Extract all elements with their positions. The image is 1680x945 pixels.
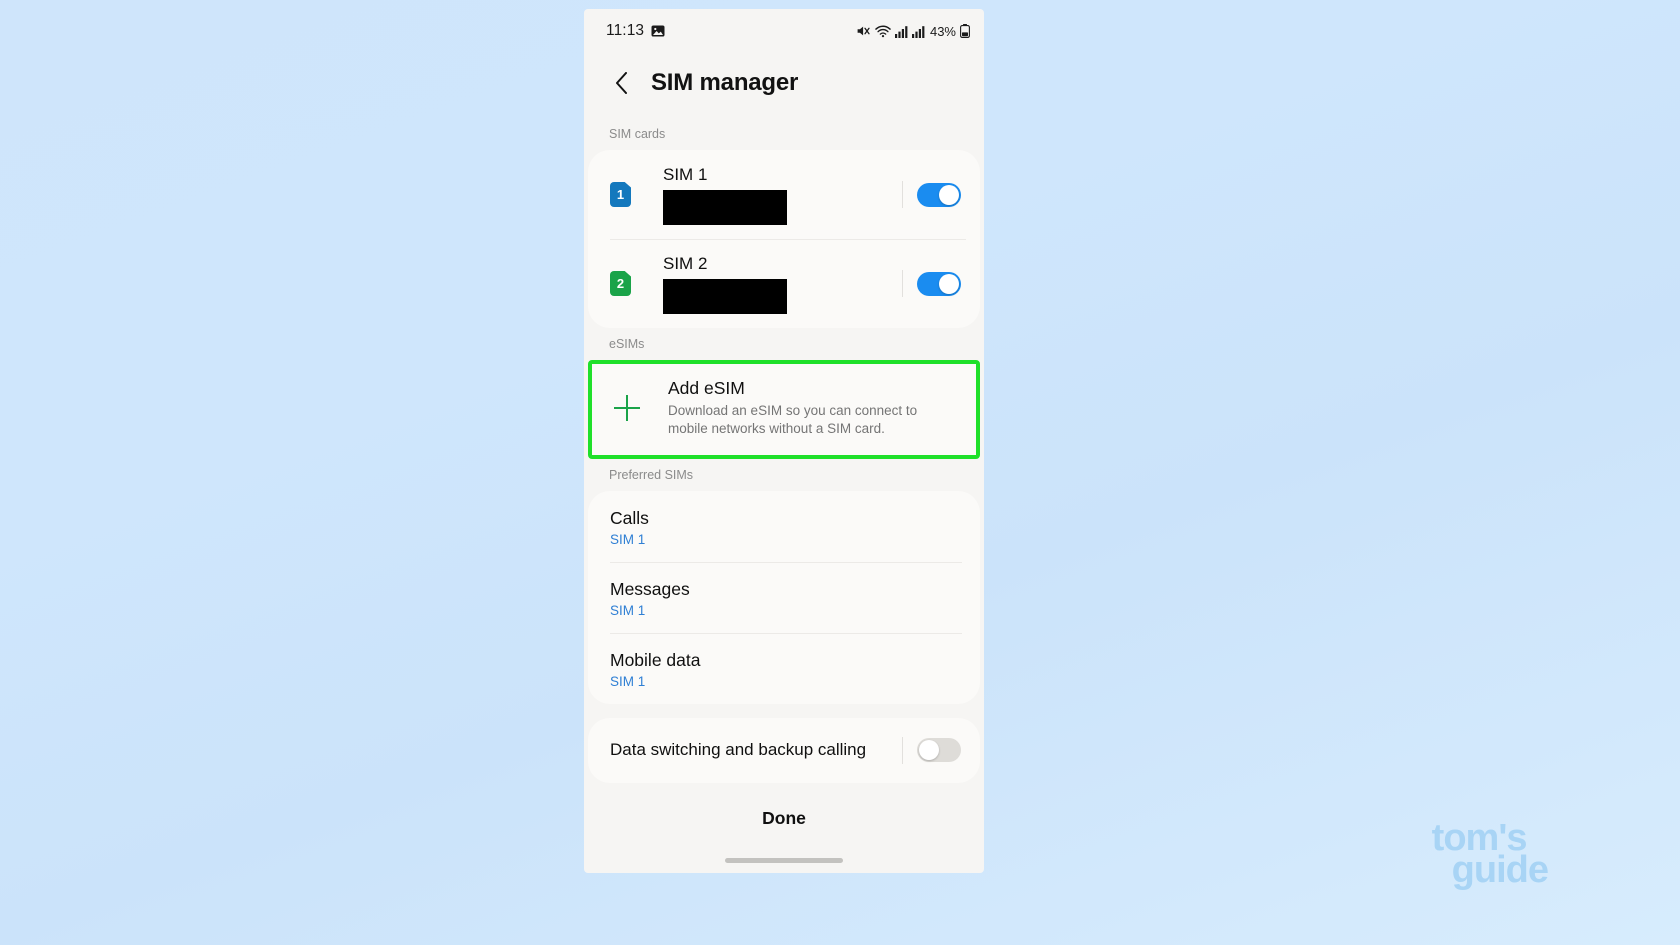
plus-icon (614, 395, 640, 422)
page-title: SIM manager (651, 69, 799, 96)
data-switching-card: Data switching and backup calling (588, 717, 980, 783)
battery-icon (960, 24, 970, 38)
page-header: SIM manager (584, 53, 984, 118)
add-esim-highlight-box: Add eSIM Download an eSIM so you can con… (588, 360, 980, 459)
sim-badge-icon-1: 1 (610, 182, 631, 207)
pref-value-mobile-data: SIM 1 (610, 673, 646, 689)
back-chevron-icon[interactable] (610, 72, 632, 94)
status-bar-clock: 11:13 (606, 22, 645, 39)
preferred-sims-card: Calls SIM 1 Messages SIM 1 Mobile data S… (588, 490, 980, 704)
sim-carrier-redacted-2 (663, 278, 787, 314)
pref-title-mobile-data: Mobile data (610, 649, 701, 670)
wifi-icon (875, 24, 891, 38)
add-esim-description: Download an eSIM so you can connect to m… (668, 403, 918, 437)
divider (902, 270, 903, 297)
signal-bars-icon-secondary (911, 25, 925, 38)
add-esim-row[interactable]: Add eSIM Download an eSIM so you can con… (592, 364, 976, 455)
sim-toggle-1[interactable] (917, 182, 961, 207)
pref-value-messages: SIM 1 (610, 602, 646, 618)
divider (902, 736, 903, 764)
pref-title-messages: Messages (610, 578, 690, 599)
add-esim-text: Add eSIM Download an eSIM so you can con… (640, 378, 930, 439)
section-label-preferred-sims: Preferred SIMs (609, 467, 694, 482)
section-label-esims: eSIMs (609, 337, 645, 351)
status-bar-right: 43% (856, 24, 970, 39)
toggle-knob (939, 273, 959, 294)
mute-icon (856, 24, 871, 38)
divider (902, 181, 903, 208)
sim-badge-icon-2: 2 (610, 271, 631, 296)
signal-bars-icon (894, 25, 908, 38)
sim-carrier-redacted-1 (663, 189, 787, 225)
data-switching-row[interactable]: Data switching and backup calling (588, 718, 980, 783)
data-switching-toggle-wrap (902, 736, 980, 764)
toggle-knob (919, 740, 939, 761)
sim-toggle-wrap-2 (902, 270, 980, 297)
section-label-sim-cards: SIM cards (609, 127, 666, 141)
pref-row-mobile-data[interactable]: Mobile data SIM 1 (588, 632, 980, 704)
sim-cards-card: 1 SIM 1 2 SIM 2 (588, 150, 980, 328)
status-bar: 11:13 43% (584, 9, 984, 53)
battery-percentage: 43% (929, 23, 956, 39)
pref-row-calls[interactable]: Calls SIM 1 (588, 491, 980, 562)
status-bar-left: 11:13 (606, 22, 665, 40)
pref-value-calls: SIM 1 (610, 531, 646, 547)
pref-row-messages[interactable]: Messages SIM 1 (588, 561, 980, 633)
data-switching-toggle[interactable] (917, 738, 961, 763)
sim-name-2: SIM 2 (663, 254, 708, 274)
sim-row-2[interactable]: 2 SIM 2 (588, 239, 980, 328)
sim-name-1: SIM 1 (663, 165, 708, 185)
phone-screen: 11:13 43% SIM manager SIM cards 1 SIM 1 … (584, 9, 984, 873)
home-indicator[interactable] (725, 858, 843, 863)
image-icon (651, 24, 665, 38)
pref-title-calls: Calls (610, 507, 649, 528)
sim-toggle-2[interactable] (917, 271, 961, 296)
done-button[interactable]: Done (762, 808, 806, 829)
sim-row-1[interactable]: 1 SIM 1 (588, 150, 980, 239)
sim-text-2: SIM 2 (631, 253, 902, 314)
watermark-line-2: guide (1451, 849, 1549, 892)
add-esim-title: Add eSIM (668, 378, 745, 398)
toggle-knob (939, 184, 959, 205)
data-switching-label: Data switching and backup calling (610, 740, 867, 760)
sim-text-1: SIM 1 (631, 164, 902, 225)
sim-toggle-wrap-1 (902, 181, 980, 208)
toms-guide-watermark: tom's guide (1432, 819, 1549, 892)
